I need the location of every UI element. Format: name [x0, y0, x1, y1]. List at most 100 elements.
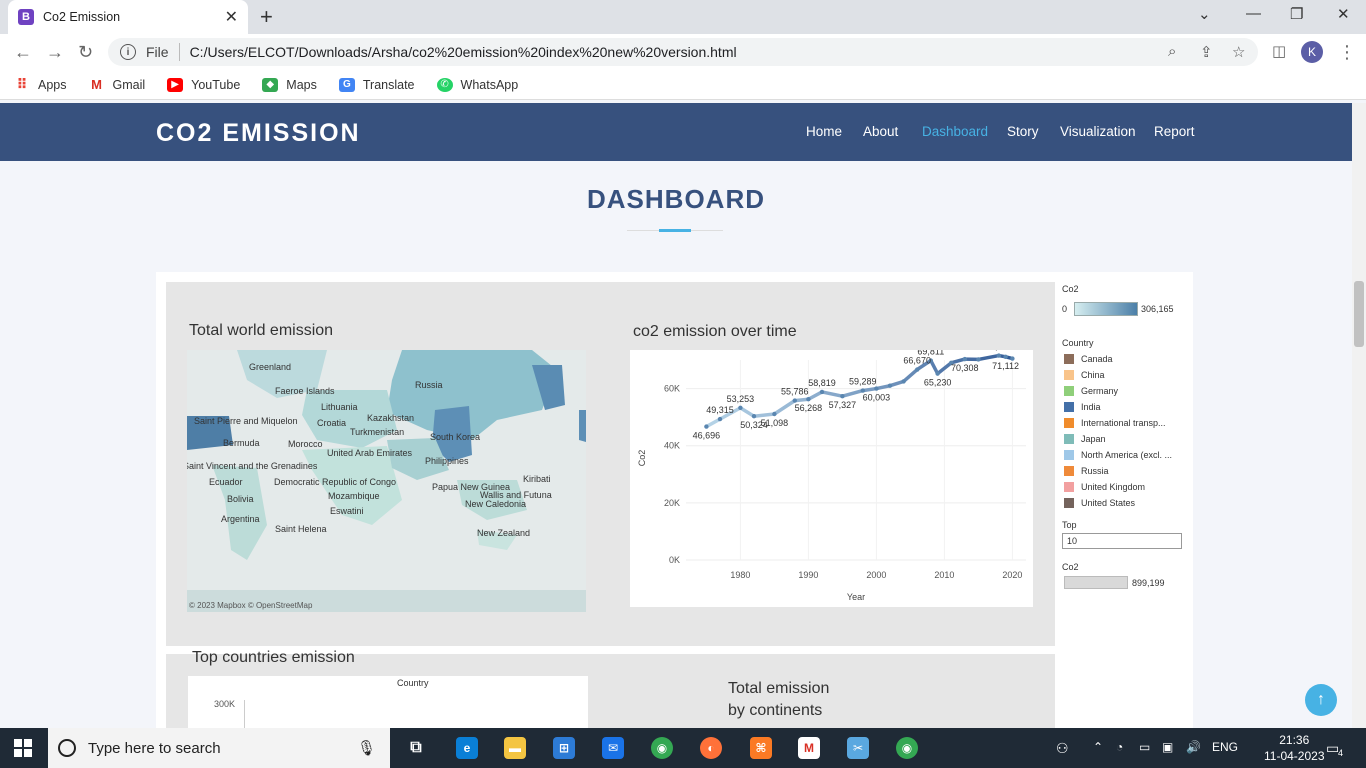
- data-point: [717, 416, 723, 422]
- info-icon[interactable]: i: [120, 44, 136, 60]
- reload-icon[interactable]: ↻: [78, 42, 93, 63]
- edge-icon[interactable]: e: [456, 737, 478, 759]
- file-explorer-icon[interactable]: ▬: [504, 737, 526, 759]
- side-panel-icon[interactable]: ◫: [1272, 42, 1286, 60]
- legend-country-item[interactable]: Japan: [1064, 434, 1106, 444]
- bookmark-translate[interactable]: G Translate: [338, 77, 415, 92]
- bookmark-gmail[interactable]: M Gmail: [89, 77, 145, 92]
- title-accent: [659, 229, 691, 232]
- nav-report[interactable]: Report: [1154, 124, 1195, 139]
- nav-about[interactable]: About: [863, 124, 898, 139]
- legend-country-item[interactable]: International transp...: [1064, 418, 1166, 428]
- taskbar-clock[interactable]: 21:36 11-04-2023: [1264, 732, 1325, 764]
- nav-story[interactable]: Story: [1007, 124, 1039, 139]
- legend-country-item[interactable]: United States: [1064, 498, 1135, 508]
- legend-country-item[interactable]: Russia: [1064, 466, 1109, 476]
- legend-country-item[interactable]: China: [1064, 370, 1105, 380]
- people-icon[interactable]: ⚇: [1056, 740, 1069, 757]
- data-point: [751, 414, 757, 419]
- address-bar[interactable]: i File C:/Users/ELCOT/Downloads/Arsha/co…: [108, 38, 1258, 66]
- avatar[interactable]: K: [1301, 41, 1323, 63]
- maximize-icon[interactable]: ❐: [1290, 5, 1303, 23]
- site-logo[interactable]: CO2 EMISSION: [156, 119, 361, 148]
- series-line-segment: [976, 353, 1001, 362]
- zoom-icon[interactable]: ⌕: [1168, 43, 1176, 60]
- microphone-icon[interactable]: 🎙: [357, 739, 376, 757]
- tray-chevron-icon[interactable]: ⌃: [1093, 740, 1103, 754]
- map-label-kiribati: Kiribati: [523, 474, 551, 484]
- wifi-icon[interactable]: ◔: [1116, 740, 1123, 754]
- legend-swatch: [1064, 434, 1074, 444]
- close-window-icon[interactable]: ✕: [1337, 5, 1350, 23]
- series-line-segment: [704, 417, 722, 429]
- task-view-icon[interactable]: ⧉: [405, 737, 427, 759]
- data-point: [819, 389, 825, 395]
- map-label-kazakhstan: Kazakhstan: [367, 413, 415, 423]
- data-label: 71,552: [985, 350, 1013, 352]
- scrollbar-thumb[interactable]: [1354, 281, 1364, 347]
- chrome-icon[interactable]: ◉: [651, 737, 673, 759]
- new-tab-icon[interactable]: +: [260, 4, 273, 30]
- mail-icon[interactable]: ✉: [602, 737, 624, 759]
- legend-country-item[interactable]: North America (excl. ...: [1064, 450, 1172, 460]
- legend-color-max: 306,165: [1141, 304, 1174, 314]
- line-chart[interactable]: 0K 20K 40K 60K 1980 1990 2000 2010 2020 Year Co2 46…: [630, 342, 1033, 607]
- back-to-top-button[interactable]: ↑: [1305, 684, 1337, 716]
- gmail-app-icon[interactable]: M: [798, 737, 820, 759]
- data-point: [704, 424, 709, 429]
- tab-search-icon[interactable]: ⌄: [1198, 5, 1211, 23]
- map-label-south-korea: South Korea: [430, 432, 481, 442]
- back-icon[interactable]: ←: [14, 42, 32, 63]
- data-point: [976, 357, 981, 362]
- store-icon[interactable]: ⊞: [553, 737, 575, 759]
- bar-y-tick: 300K: [214, 699, 236, 709]
- co2-range-slider[interactable]: [1064, 576, 1128, 589]
- data-label: 56,268: [795, 403, 823, 413]
- data-point: [772, 411, 777, 417]
- bar-chart[interactable]: Country 300K: [188, 676, 588, 728]
- legend-country-item[interactable]: United Kingdom: [1064, 482, 1145, 492]
- y-axis-label: Co2: [637, 450, 647, 467]
- legend-country-item[interactable]: India: [1064, 402, 1101, 412]
- windows-start-icon[interactable]: [14, 739, 32, 757]
- url-prefix: File: [146, 44, 169, 60]
- network-icon[interactable]: ▣: [1162, 740, 1173, 754]
- bookmark-whatsapp[interactable]: ✆ WhatsApp: [436, 77, 518, 92]
- close-tab-icon[interactable]: ✕: [225, 7, 238, 27]
- volume-icon[interactable]: 🔊: [1186, 740, 1201, 754]
- minimize-icon[interactable]: —: [1246, 5, 1261, 22]
- data-point: [738, 405, 743, 411]
- share-icon[interactable]: ⇪: [1200, 43, 1213, 61]
- forward-icon[interactable]: →: [46, 42, 64, 63]
- y-tick-label: 0K: [669, 555, 680, 565]
- legend-country-label: International transp...: [1081, 418, 1166, 428]
- bookmark-maps[interactable]: ◆ Maps: [262, 77, 317, 92]
- bookmark-apps[interactable]: ⠿ Apps: [14, 76, 67, 92]
- xampp-icon[interactable]: ⌘: [750, 737, 772, 759]
- taskbar-search[interactable]: Type here to search 🎙: [48, 728, 390, 768]
- page-scrollbar[interactable]: [1352, 103, 1366, 728]
- browser-tab[interactable]: B Co2 Emission ✕: [8, 0, 248, 34]
- bookmark-youtube[interactable]: ▶ YouTube: [167, 77, 240, 92]
- nav-visualization[interactable]: Visualization: [1060, 124, 1136, 139]
- data-label: 59,289: [849, 377, 877, 387]
- firefox-icon[interactable]: ◐: [700, 737, 722, 759]
- chrome-active-icon[interactable]: ◉: [896, 737, 918, 759]
- url-text[interactable]: C:/Users/ELCOT/Downloads/Arsha/co2%20emi…: [190, 44, 737, 60]
- bar-chart-header: Country: [397, 678, 429, 688]
- legend-swatch: [1064, 370, 1074, 380]
- battery-icon[interactable]: ▭: [1139, 740, 1150, 754]
- x-tick-label: 1980: [730, 570, 750, 580]
- menu-icon[interactable]: ⋮: [1338, 42, 1356, 63]
- legend-country-item[interactable]: Canada: [1064, 354, 1113, 364]
- language-indicator[interactable]: ENG: [1212, 740, 1238, 754]
- bookmarks-bar: ⠿ Apps M Gmail ▶ YouTube ◆ Maps G Transl…: [0, 70, 1366, 100]
- nav-dashboard[interactable]: Dashboard: [922, 124, 988, 139]
- snipping-tool-icon[interactable]: ✂: [847, 737, 869, 759]
- legend-country-item[interactable]: Germany: [1064, 386, 1118, 396]
- bookmark-star-icon[interactable]: ☆: [1232, 43, 1245, 61]
- data-point: [901, 379, 906, 384]
- world-map[interactable]: Greenland Russia Faeroe Islands Lithuani…: [187, 350, 586, 612]
- nav-home[interactable]: Home: [806, 124, 842, 139]
- top-input[interactable]: 10: [1062, 533, 1182, 549]
